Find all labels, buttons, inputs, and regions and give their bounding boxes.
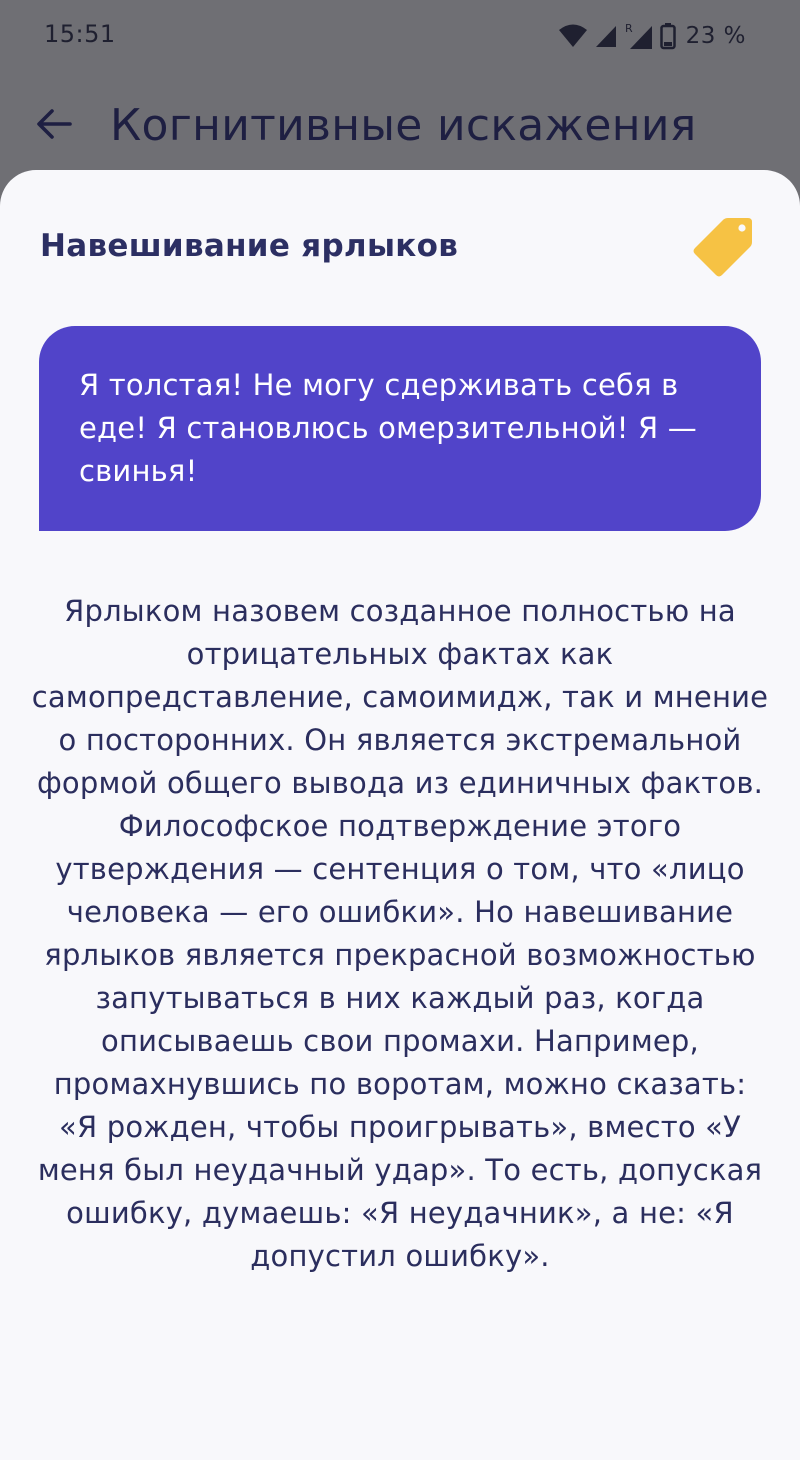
- tag-icon: [688, 214, 756, 282]
- svg-text:R: R: [625, 22, 633, 35]
- status-time: 15:51: [44, 20, 116, 48]
- thought-quote-text: Я толстая! Не могу сдерживать себя в еде…: [79, 368, 698, 488]
- bottom-sheet[interactable]: Навешивание ярлыков Я толстая! Не могу с…: [0, 170, 800, 1460]
- distortion-description: Ярлыком назовем созданное полностью на о…: [31, 594, 769, 1273]
- roaming-signal-icon: R: [624, 21, 654, 51]
- wifi-icon: [558, 23, 588, 49]
- cell-signal-icon: [594, 23, 618, 49]
- status-bar: 15:51 R 23 %: [0, 0, 800, 72]
- page-title: Когнитивные искажения: [110, 100, 697, 151]
- app-bar: Когнитивные искажения: [0, 78, 800, 174]
- back-arrow-icon: [36, 108, 72, 144]
- distortion-title: Навешивание ярлыков: [40, 228, 459, 264]
- battery-icon: [659, 22, 676, 50]
- battery-percent: 23 %: [685, 23, 746, 49]
- back-button[interactable]: [28, 100, 80, 152]
- status-icons: R 23 %: [558, 20, 746, 52]
- thought-quote-card: Я толстая! Не могу сдерживать себя в еде…: [39, 326, 761, 531]
